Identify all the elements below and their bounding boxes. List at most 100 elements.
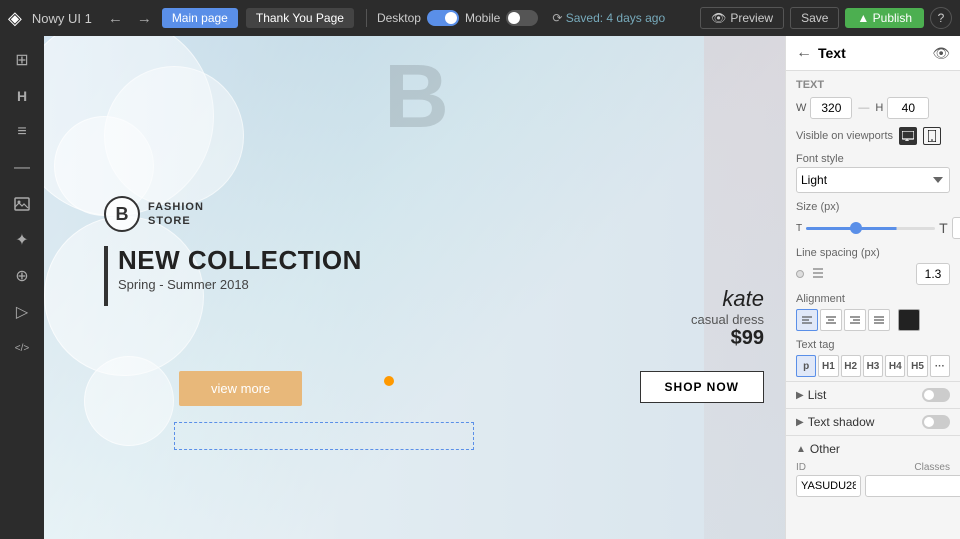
other-section: ▲ Other ID Classes [786, 435, 960, 503]
alignment-label: Alignment [796, 293, 950, 305]
logo-icon: ◈ [8, 8, 22, 29]
classes-field-label: Classes [914, 462, 950, 473]
collection-bar [104, 246, 108, 306]
list-section[interactable]: ▶ List [786, 381, 960, 408]
shop-now-button[interactable]: SHOP NOW [640, 371, 764, 403]
collection-subtitle: Spring - Summer 2018 [118, 277, 362, 292]
help-button[interactable]: ? [930, 7, 952, 29]
width-input[interactable] [810, 97, 852, 119]
align-right-button[interactable] [844, 309, 866, 331]
size-slider[interactable] [806, 227, 935, 230]
size-label: Size (px) [796, 201, 950, 213]
text-shadow-label: Text shadow [808, 415, 922, 429]
publish-button[interactable]: ▲ Publish [845, 8, 924, 28]
desktop-label: Desktop [377, 11, 421, 25]
panel-title: Text [818, 45, 926, 61]
alignment-row: Alignment [786, 289, 960, 335]
selection-dot-handle[interactable] [384, 376, 394, 386]
collection-title: NEW COLLECTION [118, 246, 362, 275]
line-spacing-row: Line spacing (px) [786, 243, 960, 289]
tag-h3-button[interactable]: H3 [863, 355, 883, 377]
product-area: kate casual dress $99 [691, 286, 764, 350]
hero-image: B B FASHION STORE NEW COLLECTION [44, 36, 785, 539]
text-tag-label: Text tag [796, 339, 950, 351]
collection-area: NEW COLLECTION Spring - Summer 2018 [104, 246, 362, 292]
panel-eye-button[interactable]: 👁 [932, 45, 950, 62]
desktop-toggle[interactable] [427, 10, 459, 26]
wh-divider: — [858, 102, 869, 114]
thank-you-page-tab[interactable]: Thank You Page [246, 8, 354, 28]
topbar: ◈ Nowy UI 1 ← → Main page Thank You Page… [0, 0, 960, 36]
tag-p-button[interactable]: p [796, 355, 816, 377]
text-section-label: Text [786, 71, 960, 93]
classes-input[interactable] [865, 475, 960, 497]
text-tag-row: Text tag p H1 H2 H3 H4 H5 ··· [786, 335, 960, 381]
sidebar-icon-text[interactable]: ≡ [6, 116, 38, 148]
view-more-button[interactable]: view more [179, 371, 302, 406]
id-classes-inputs [796, 475, 950, 497]
sidebar-icon-divider[interactable]: — [6, 152, 38, 184]
logo-area: B FASHION STORE [104, 196, 204, 232]
other-header[interactable]: ▲ Other [796, 442, 950, 456]
sidebar-icon-components[interactable]: ⊕ [6, 260, 38, 292]
sidebar-icon-elements[interactable]: ✦ [6, 224, 38, 256]
tag-h4-button[interactable]: H4 [885, 355, 905, 377]
align-left-button[interactable] [796, 309, 818, 331]
viewports-row: Visible on viewports [786, 123, 960, 149]
text-color-box[interactable] [898, 309, 920, 331]
logo-circle: B [104, 196, 140, 232]
viewport-desktop-icon[interactable] [899, 127, 917, 145]
canvas-content: B B FASHION STORE NEW COLLECTION [44, 36, 785, 539]
line-spacing-lines-icon [810, 267, 824, 282]
sidebar-icon-layers[interactable]: ⊞ [6, 44, 38, 76]
project-name: Nowy UI 1 [32, 11, 92, 26]
preview-button[interactable]: 👁 Preview [700, 7, 784, 29]
redo-button[interactable]: → [133, 8, 156, 29]
text-shadow-section[interactable]: ▶ Text shadow [786, 408, 960, 435]
saved-status: ⟳ Saved: 4 days ago [552, 11, 665, 25]
device-group: Desktop Mobile [377, 10, 538, 26]
main-page-tab[interactable]: Main page [162, 8, 238, 28]
text-shadow-toggle[interactable] [922, 415, 950, 429]
tag-more-button[interactable]: ··· [930, 355, 950, 377]
tag-h5-button[interactable]: H5 [907, 355, 927, 377]
tag-h2-button[interactable]: H2 [841, 355, 861, 377]
size-t-large-icon: T [939, 220, 948, 236]
left-sidebar: ⊞ H ≡ — ✦ ⊕ ▷ </> [0, 36, 44, 539]
line-spacing-input[interactable] [916, 263, 950, 285]
logo-text: FASHION STORE [148, 200, 204, 229]
sidebar-icon-image[interactable] [6, 188, 38, 220]
id-input[interactable] [796, 475, 861, 497]
mobile-toggle[interactable] [506, 10, 538, 26]
list-label: List [808, 388, 922, 402]
line-spacing-dot [796, 270, 804, 278]
product-name: kate [691, 286, 764, 312]
line-spacing-label: Line spacing (px) [796, 247, 950, 259]
height-input[interactable] [887, 97, 929, 119]
canvas-area: B B FASHION STORE NEW COLLECTION [44, 36, 785, 539]
list-arrow-icon: ▶ [796, 390, 804, 401]
list-toggle[interactable] [922, 388, 950, 402]
viewports-label: Visible on viewports [796, 130, 893, 142]
viewport-mobile-icon[interactable] [923, 127, 941, 145]
panel-back-button[interactable]: ← [796, 44, 812, 62]
product-desc: casual dress [691, 312, 764, 327]
panel-header: ← Text 👁 [786, 36, 960, 71]
mobile-label: Mobile [465, 11, 500, 25]
save-button[interactable]: Save [790, 7, 839, 29]
size-row: Size (px) T T [786, 197, 960, 243]
other-arrow-icon: ▲ [796, 444, 806, 455]
undo-button[interactable]: ← [104, 8, 127, 29]
sidebar-icon-html[interactable]: </> [6, 332, 38, 364]
size-t-small-icon: T [796, 223, 802, 234]
font-style-select[interactable]: Thin Light Regular Medium Bold Black [796, 167, 950, 193]
align-justify-button[interactable] [868, 309, 890, 331]
right-panel: ← Text 👁 Text W — H Visible on viewports [785, 36, 960, 539]
sidebar-icon-heading[interactable]: H [6, 80, 38, 112]
align-center-button[interactable] [820, 309, 842, 331]
tag-h1-button[interactable]: H1 [818, 355, 838, 377]
size-input[interactable] [952, 217, 960, 239]
font-style-label: Font style [796, 153, 950, 165]
width-label: W [796, 102, 806, 114]
sidebar-icon-media[interactable]: ▷ [6, 296, 38, 328]
